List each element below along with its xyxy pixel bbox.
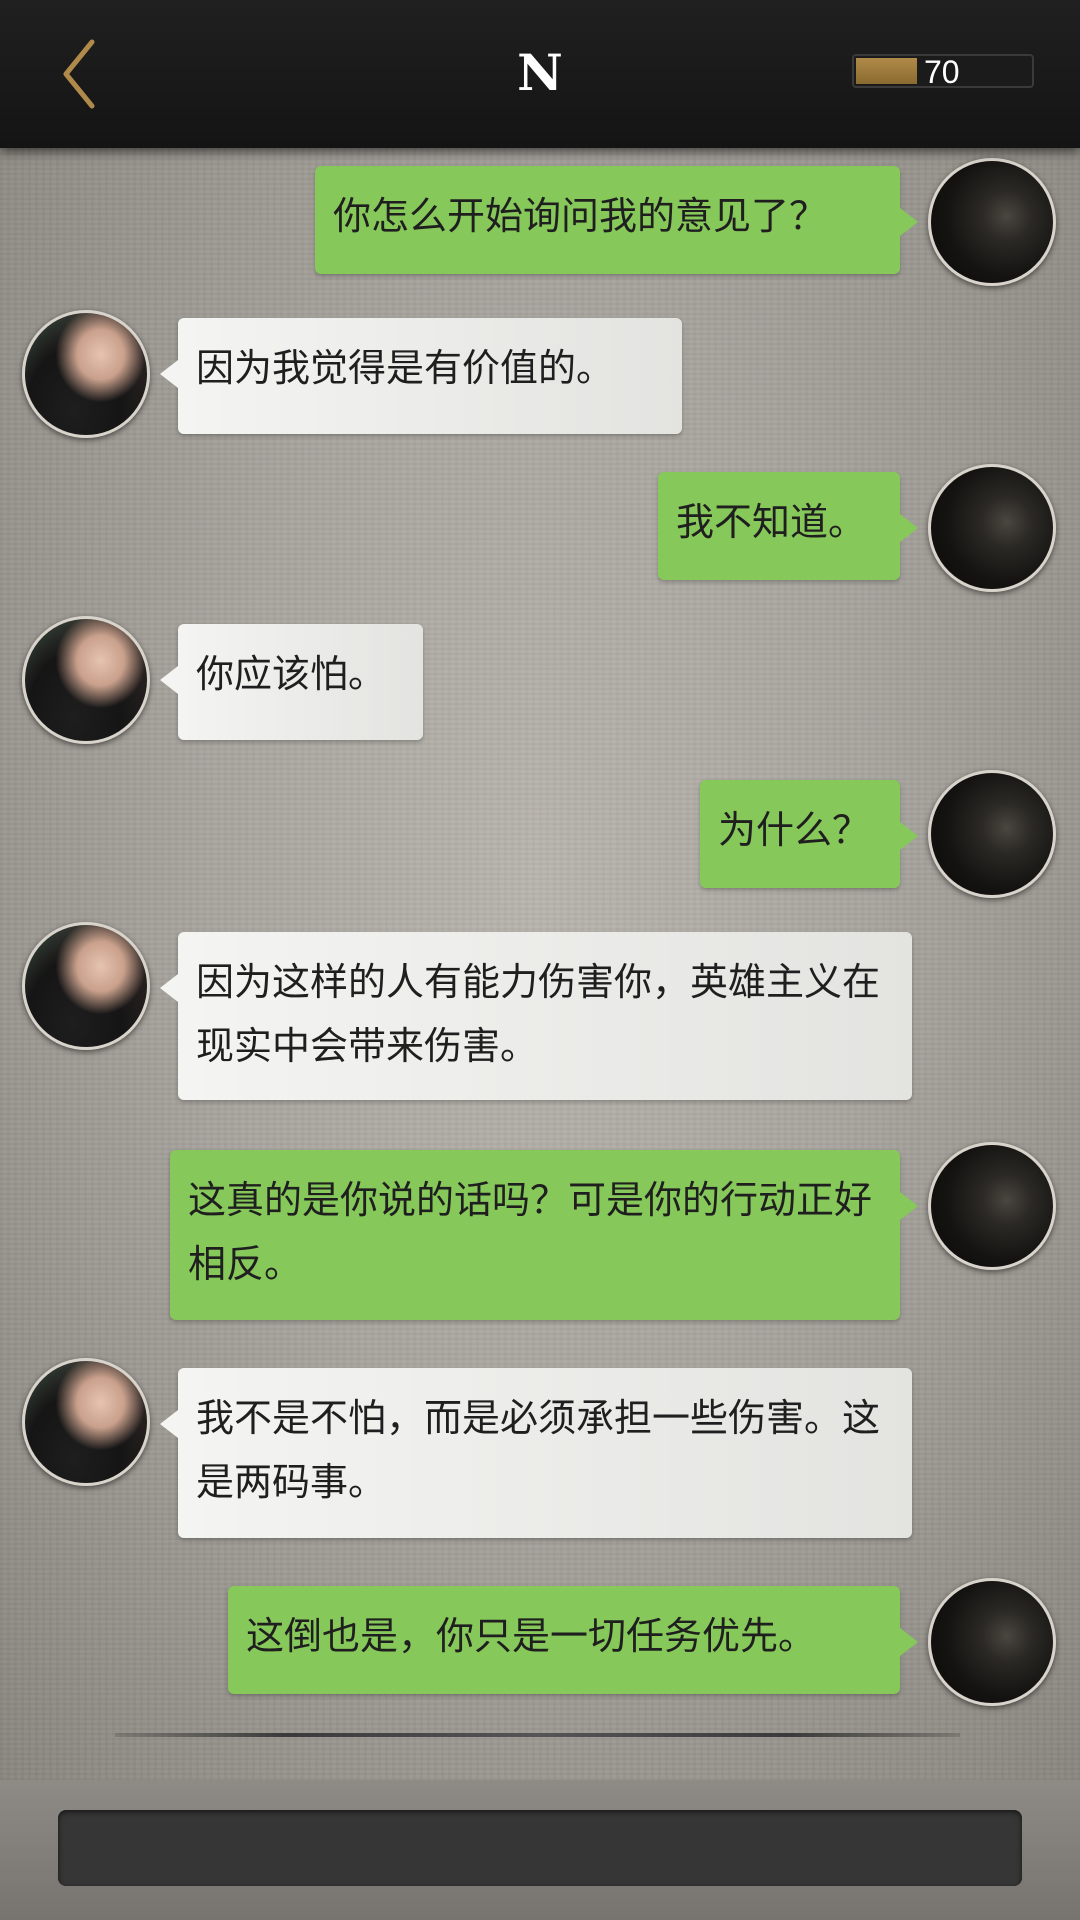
message-text: 你怎么开始询问我的意见了？ (333, 194, 828, 238)
message-text: 因为这样的人有能力伤害你，英雄主义在现实中会带来伤害。 (196, 960, 881, 1068)
message-text: 因为我觉得是有价值的。 (196, 346, 615, 390)
message-text: 这真的是你说的话吗？可是你的行动正好相反。 (188, 1178, 873, 1286)
message-bubble-outgoing: 我不知道。 (658, 472, 918, 580)
message-text: 我不是不怕，而是必须承担一些伤害。这是两码事。 (196, 1396, 881, 1504)
reply-input[interactable] (58, 1810, 1022, 1886)
message-bubble-incoming: 你应该怕。 (160, 624, 423, 740)
top-bar: N 70 (0, 0, 1080, 148)
message-bubble-outgoing: 你怎么开始询问我的意见了？ (315, 166, 918, 274)
contact-avatar[interactable] (22, 1358, 150, 1486)
message-bubble-outgoing: 这真的是你说的话吗？可是你的行动正好相反。 (170, 1150, 918, 1320)
message-bubble-incoming: 因为这样的人有能力伤害你，英雄主义在现实中会带来伤害。 (160, 932, 912, 1100)
energy-bar-icon (856, 58, 917, 84)
divider (115, 1733, 960, 1737)
player-avatar[interactable] (928, 770, 1056, 898)
contact-avatar[interactable] (22, 922, 150, 1050)
message-bubble-incoming: 因为我觉得是有价值的。 (160, 318, 682, 434)
player-avatar[interactable] (928, 1578, 1056, 1706)
contact-avatar[interactable] (22, 616, 150, 744)
message-text: 我不知道。 (676, 500, 867, 544)
message-text: 这倒也是，你只是一切任务优先。 (246, 1614, 817, 1658)
energy-meter: 70 (852, 54, 1034, 90)
player-avatar[interactable] (928, 464, 1056, 592)
bottom-bar (0, 1780, 1080, 1920)
message-bubble-outgoing: 为什么？ (700, 780, 918, 888)
message-bubble-incoming: 我不是不怕，而是必须承担一些伤害。这是两码事。 (160, 1368, 912, 1538)
energy-value: 70 (924, 54, 960, 90)
chat-area[interactable]: 你怎么开始询问我的意见了？ 因为我觉得是有价值的。 我不知道。 你应该怕。 为什… (0, 148, 1080, 1780)
message-bubble-outgoing: 这倒也是，你只是一切任务优先。 (228, 1586, 918, 1694)
message-text: 你应该怕。 (196, 652, 387, 696)
player-avatar[interactable] (928, 158, 1056, 286)
contact-avatar[interactable] (22, 310, 150, 438)
message-text: 为什么？ (718, 808, 871, 852)
player-avatar[interactable] (928, 1142, 1056, 1270)
